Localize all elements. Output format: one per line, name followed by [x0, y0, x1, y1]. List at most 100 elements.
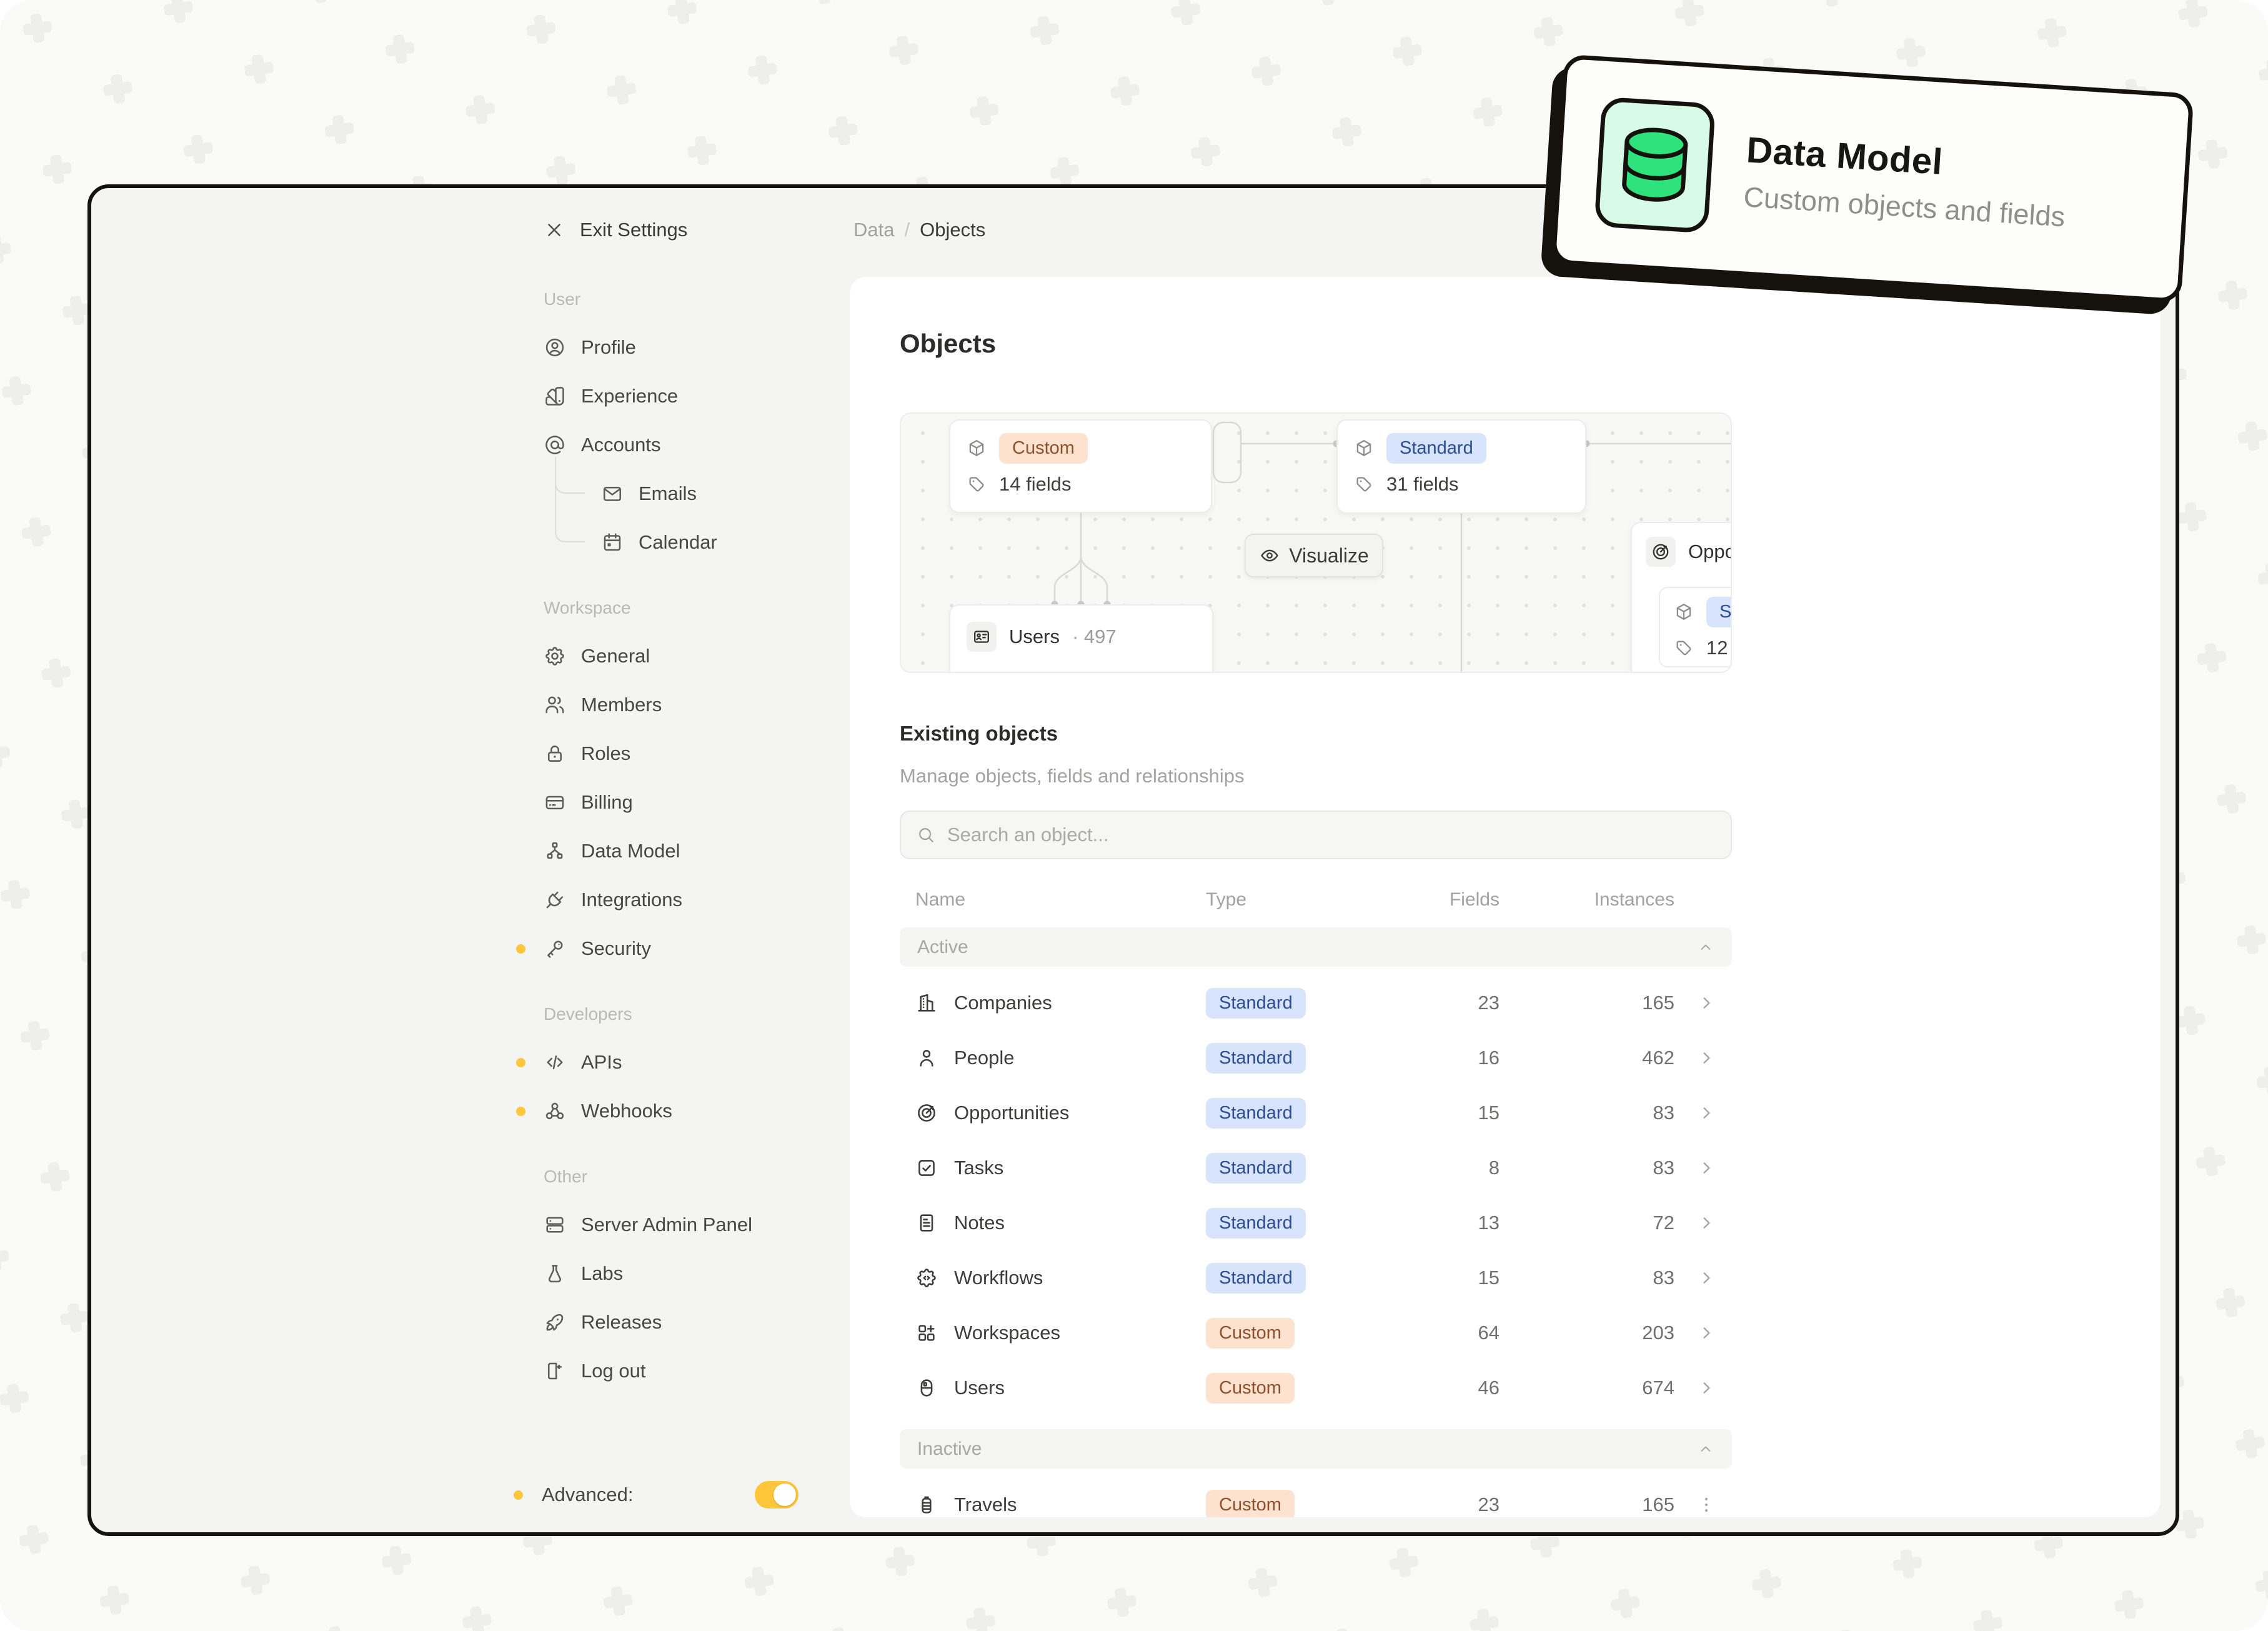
- table-row-people[interactable]: People Standard 16 462: [900, 1030, 1732, 1085]
- object-count: · 497: [1072, 626, 1117, 648]
- grid-plus-icon: [915, 1322, 938, 1344]
- calendar-icon: [601, 531, 624, 554]
- sidebar-item-billing[interactable]: Billing: [544, 778, 837, 827]
- type-badge: Standard: [1206, 1263, 1306, 1294]
- group-header-active[interactable]: Active: [900, 927, 1732, 967]
- fields-value: 8: [1378, 1157, 1500, 1179]
- table-row-notes[interactable]: Notes Standard 13 72: [900, 1195, 1732, 1250]
- sidebar-item-roles[interactable]: Roles: [544, 729, 837, 778]
- code-icon: [544, 1051, 566, 1074]
- object-name: Users: [1009, 626, 1060, 648]
- sidebar-item-label: Profile: [581, 336, 636, 359]
- eye-icon: [1259, 545, 1280, 566]
- objects-table: Name Type Fields Instances Active Compan…: [900, 881, 1732, 1517]
- breadcrumb: Data / Objects: [853, 206, 985, 254]
- sidebar-item-experience[interactable]: Experience: [544, 372, 837, 421]
- breadcrumb-current: Objects: [920, 219, 985, 241]
- database-icon: [1618, 122, 1692, 208]
- data-model-callout-card: Data Model Custom objects and fields: [1551, 54, 2194, 304]
- credit-card-icon: [544, 791, 566, 814]
- desktop-background: Data / Objects Exit Settings User Profil…: [0, 0, 2268, 1631]
- objects-diagram-preview: Custom 14 fields Standard 31 fields: [900, 412, 1732, 673]
- sidebar-item-accounts[interactable]: Accounts: [544, 421, 837, 469]
- settings-sidebar: Exit Settings User Profile Experience Ac…: [544, 188, 837, 1395]
- workflow-gear-icon: [915, 1267, 938, 1289]
- type-badge: Standard: [1206, 1208, 1306, 1239]
- table-row-workflows[interactable]: Workflows Standard 15 83: [900, 1250, 1732, 1305]
- id-badge-icon: [972, 627, 992, 647]
- object-search: [900, 811, 1732, 859]
- fields-count: 12 fields: [1706, 637, 1732, 659]
- table-row-users[interactable]: Users Custom 46 674: [900, 1360, 1732, 1415]
- row-name: Workspaces: [954, 1322, 1060, 1344]
- sidebar-item-apis[interactable]: APIs: [544, 1038, 837, 1087]
- breadcrumb-parent[interactable]: Data: [853, 219, 894, 241]
- tag-icon: [1674, 638, 1694, 658]
- table-row-companies[interactable]: Companies Standard 23 165: [900, 975, 1732, 1030]
- sidebar-item-label: Releases: [581, 1311, 662, 1334]
- sidebar-item-profile[interactable]: Profile: [544, 323, 837, 372]
- sidebar-item-members[interactable]: Members: [544, 681, 837, 729]
- sidebar-item-label: Members: [581, 694, 662, 716]
- server-icon: [544, 1214, 566, 1236]
- sidebar-item-label: Webhooks: [581, 1100, 672, 1122]
- note-icon: [915, 1212, 938, 1234]
- user-card-icon: [915, 1377, 938, 1399]
- diagram-subcard: Standard 12 fields: [1659, 587, 1732, 667]
- advanced-mode-row: Advanced:: [514, 1470, 798, 1519]
- instances-value: 72: [1500, 1212, 1674, 1234]
- sidebar-item-label: Data Model: [581, 840, 680, 862]
- sidebar-item-releases[interactable]: Releases: [544, 1298, 837, 1347]
- users-icon: [544, 694, 566, 716]
- sidebar-item-log-out[interactable]: Log out: [544, 1347, 837, 1395]
- sidebar-item-labs[interactable]: Labs: [544, 1249, 837, 1298]
- sidebar-item-integrations[interactable]: Integrations: [544, 875, 837, 924]
- target-icon: [915, 1102, 938, 1124]
- section-label-developers: Developers: [544, 990, 837, 1038]
- table-row-workspaces[interactable]: Workspaces Custom 64 203: [900, 1305, 1732, 1360]
- sidebar-item-label: Labs: [581, 1262, 623, 1285]
- column-header-instances: Instances: [1500, 889, 1674, 910]
- sidebar-item-security[interactable]: Security: [544, 924, 837, 973]
- rocket-icon: [544, 1311, 566, 1334]
- advanced-label: Advanced:: [542, 1484, 634, 1506]
- sidebar-item-webhooks[interactable]: Webhooks: [544, 1087, 837, 1135]
- advanced-toggle[interactable]: [755, 1481, 798, 1509]
- notification-dot: [514, 1490, 523, 1500]
- row-name: Tasks: [954, 1157, 1003, 1179]
- target-icon: [1651, 542, 1671, 562]
- checkbox-icon: [915, 1157, 938, 1179]
- table-row-travels[interactable]: Travels Custom 23 165: [900, 1477, 1732, 1517]
- sidebar-item-general[interactable]: General: [544, 632, 837, 681]
- cube-icon: [1674, 602, 1694, 622]
- chevron-right-icon: [1696, 1212, 1717, 1234]
- breadcrumb-separator: /: [904, 219, 910, 241]
- page-title: Objects: [900, 329, 996, 359]
- instances-value: 165: [1500, 992, 1674, 1014]
- table-row-opportunities[interactable]: Opportunities Standard 15 83: [900, 1085, 1732, 1140]
- visualize-button[interactable]: Visualize: [1245, 534, 1383, 577]
- section-label-other: Other: [544, 1153, 837, 1200]
- sidebar-item-data-model[interactable]: Data Model: [544, 827, 837, 875]
- table-header: Name Type Fields Instances: [900, 881, 1732, 919]
- table-row-tasks[interactable]: Tasks Standard 8 83: [900, 1140, 1732, 1195]
- search-input[interactable]: [947, 824, 1716, 846]
- user-circle-icon: [544, 336, 566, 359]
- person-icon: [915, 1047, 938, 1069]
- fields-value: 23: [1378, 1494, 1500, 1516]
- sidebar-item-emails[interactable]: Emails: [544, 469, 837, 518]
- sidebar-item-label: Calendar: [639, 531, 717, 554]
- type-badge: Custom: [1206, 1373, 1295, 1404]
- fields-value: 15: [1378, 1102, 1500, 1124]
- sidebar-item-label: Emails: [639, 482, 697, 505]
- kebab-menu-icon[interactable]: [1696, 1494, 1717, 1515]
- sidebar-item-server-admin-panel[interactable]: Server Admin Panel: [544, 1200, 837, 1249]
- instances-value: 83: [1500, 1267, 1674, 1289]
- callout-text: Data Model Custom objects and fields: [1743, 129, 2069, 233]
- existing-objects-title: Existing objects: [900, 722, 1058, 746]
- exit-settings-button[interactable]: Exit Settings: [544, 206, 837, 254]
- active-rows: Companies Standard 23 165 People Standar…: [900, 967, 1732, 1415]
- group-header-inactive[interactable]: Inactive: [900, 1429, 1732, 1469]
- icon-tile: [967, 622, 997, 652]
- sidebar-item-calendar[interactable]: Calendar: [544, 518, 837, 567]
